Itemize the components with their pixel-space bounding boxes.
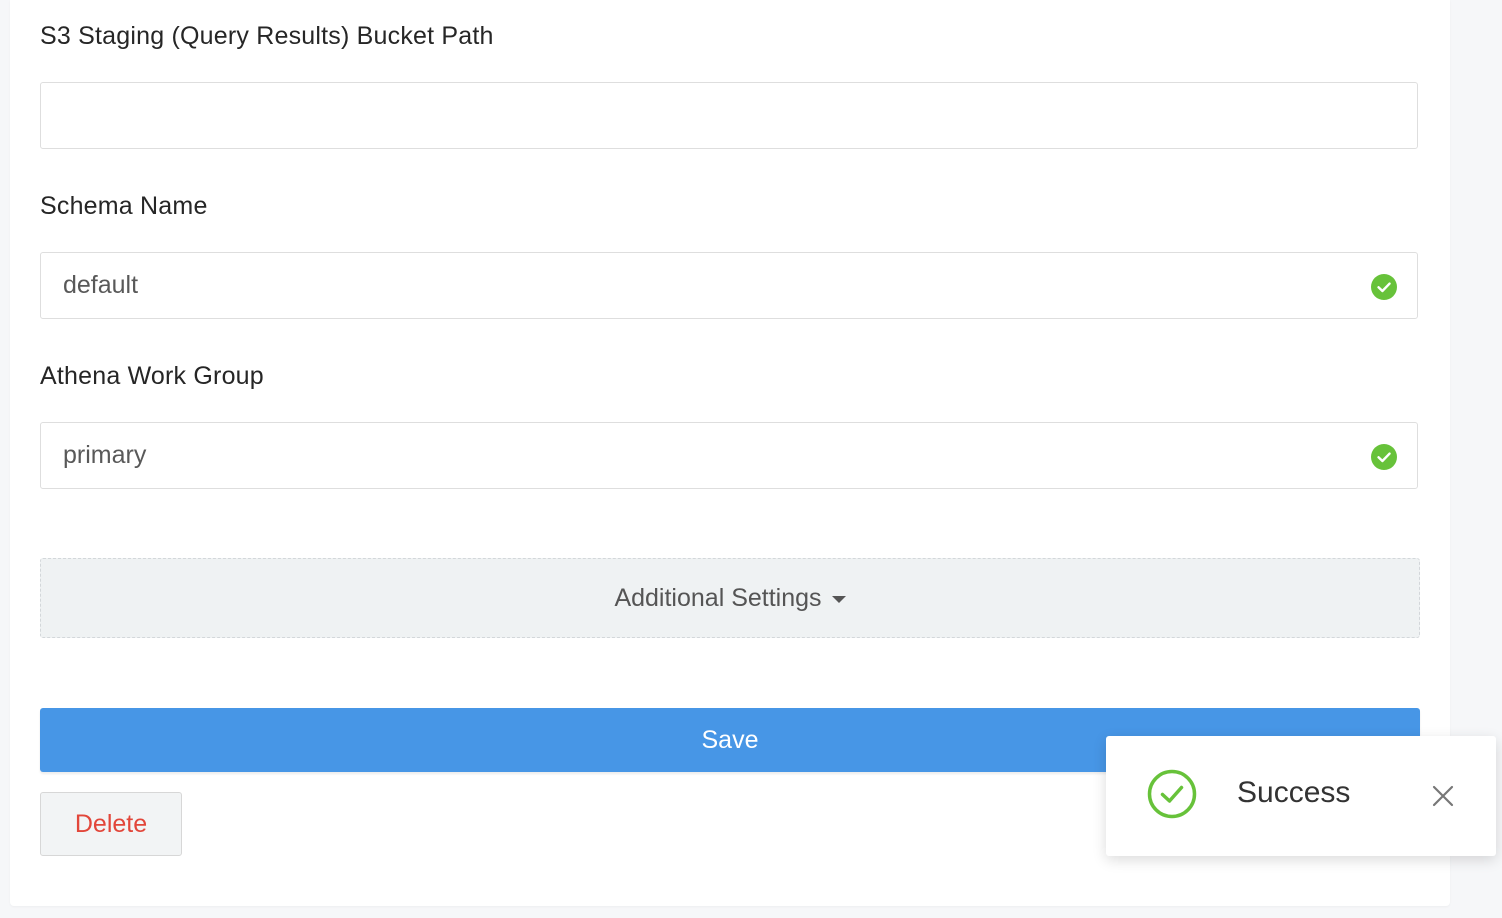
check-circle-icon: [1371, 444, 1397, 470]
s3-staging-label: S3 Staging (Query Results) Bucket Path: [40, 22, 494, 50]
caret-down-icon: [831, 595, 846, 603]
toast-message: Success: [1237, 776, 1351, 809]
s3-staging-input[interactable]: [40, 82, 1418, 149]
delete-button[interactable]: Delete: [40, 792, 182, 856]
schema-name-label: Schema Name: [40, 192, 208, 220]
schema-name-input[interactable]: default: [40, 252, 1418, 319]
athena-work-group-label: Athena Work Group: [40, 362, 264, 390]
schema-name-value: default: [63, 271, 139, 299]
check-circle-icon: [1371, 274, 1397, 300]
success-toast: Success: [1106, 736, 1496, 856]
close-icon[interactable]: [1429, 782, 1457, 810]
check-circle-outline-icon: [1147, 769, 1197, 819]
athena-work-group-value: primary: [63, 441, 147, 469]
additional-settings-label: Additional Settings: [614, 583, 822, 612]
additional-settings-toggle[interactable]: Additional Settings: [40, 558, 1420, 638]
athena-work-group-input[interactable]: primary: [40, 422, 1418, 489]
